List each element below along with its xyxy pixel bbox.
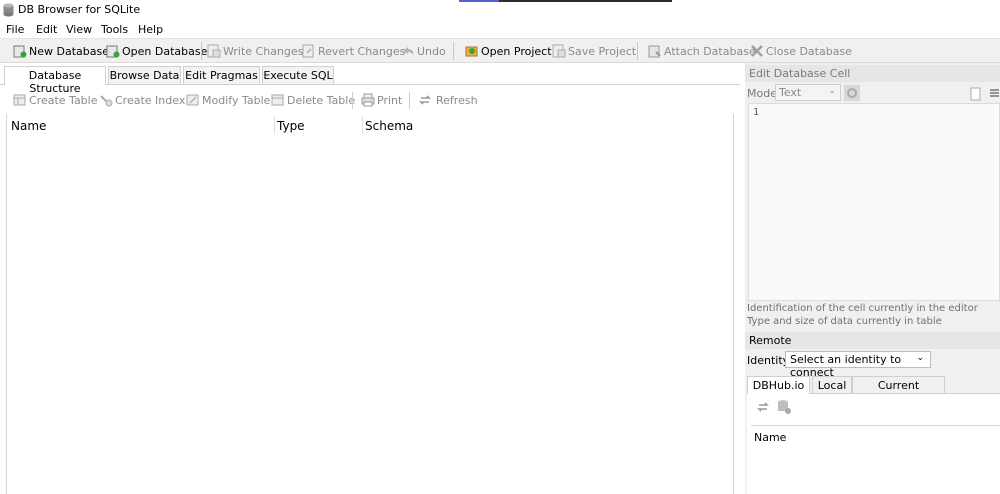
save-project-icon [552, 44, 566, 58]
identity-select[interactable]: Select an identity to connect ⌄ [785, 351, 931, 379]
tab-execute-sql[interactable]: Execute SQL [262, 66, 334, 84]
create-index-icon [100, 95, 113, 107]
undo-label: Undo [417, 44, 446, 58]
document-icon[interactable] [970, 87, 982, 101]
column-header-type[interactable]: Type [277, 119, 305, 133]
chevron-down-icon: ⌄ [828, 86, 836, 96]
toolbar-separator [637, 42, 638, 60]
undo-icon [403, 47, 414, 55]
new-database-icon [13, 45, 27, 58]
chevron-down-icon: ⌄ [916, 353, 924, 363]
open-database-label: Open Database [122, 44, 208, 58]
right-dock: Edit Database Cell Mode: Text ⌄ 1 Identi… [745, 63, 1000, 494]
tab-dbhub[interactable]: DBHub.io [747, 376, 810, 394]
menu-help[interactable]: Help [138, 23, 163, 36]
identity-label: Identity [747, 354, 790, 367]
modify-table-label: Modify Table [202, 93, 271, 107]
attach-database-button[interactable]: Attach Database [648, 42, 756, 60]
revert-changes-icon [302, 44, 314, 58]
menu-file[interactable]: File [6, 23, 24, 36]
print-button[interactable]: Print [361, 91, 402, 109]
refresh-icon [419, 95, 431, 105]
list-header-divider [751, 425, 1000, 426]
open-project-button[interactable]: Open Project [465, 42, 552, 60]
open-project-label: Open Project [481, 44, 552, 58]
write-changes-label: Write Changes [223, 44, 304, 58]
close-icon [751, 45, 763, 57]
create-index-label: Create Index [115, 93, 186, 107]
column-separator [362, 116, 363, 134]
menu-edit[interactable]: Edit [36, 23, 57, 36]
modify-table-button[interactable]: Modify Table [186, 91, 270, 109]
toolbar-separator [201, 42, 202, 60]
create-table-icon [13, 94, 26, 106]
mode-select[interactable]: Text ⌄ [775, 84, 841, 101]
tab-local[interactable]: Local [812, 376, 852, 393]
new-database-button[interactable]: New Database [13, 42, 109, 60]
tab-edit-pragmas[interactable]: Edit Pragmas [183, 66, 260, 84]
title-accent-bar [459, 0, 672, 2]
tab-current-database[interactable]: Current Database [852, 376, 945, 405]
printer-icon [361, 93, 375, 107]
remote-dock-title: Remote [745, 332, 1000, 349]
save-project-button[interactable]: Save Project [552, 42, 636, 60]
column-header-name[interactable]: Name [11, 119, 46, 133]
revert-changes-label: Revert Changes [318, 44, 406, 58]
write-changes-button[interactable]: Write Changes [207, 42, 303, 60]
gear-icon[interactable] [844, 85, 860, 101]
open-database-icon [106, 45, 120, 58]
column-separator [274, 116, 275, 134]
cell-type-size-info: Type and size of data currently in table [747, 316, 942, 327]
tab-database-structure[interactable]: Database Structure [4, 66, 106, 95]
toolbar-separator [453, 42, 454, 60]
line-number: 1 [753, 107, 760, 118]
close-database-button[interactable]: Close Database [750, 42, 852, 60]
create-table-label: Create Table [29, 93, 98, 107]
print-label: Print [377, 93, 403, 107]
open-database-button[interactable]: Open Database ▾ [106, 42, 213, 60]
dbhub-tab-panel: Name [747, 393, 1000, 494]
column-header-name[interactable]: Name [754, 431, 786, 444]
delete-table-button[interactable]: Delete Table [271, 91, 355, 109]
revert-changes-button[interactable]: Revert Changes [302, 42, 405, 60]
save-project-label: Save Project [568, 44, 637, 58]
menu-bar: File Edit View Tools Help [0, 20, 1000, 38]
cell-editor-textarea[interactable]: 1 [748, 103, 1000, 301]
delete-table-label: Delete Table [287, 93, 356, 107]
window-title: DB Browser for SQLite [18, 3, 141, 16]
title-bar: DB Browser for SQLite [0, 0, 1000, 20]
cell-identification-info: Identification of the cell currently in … [747, 303, 978, 314]
menu-view[interactable]: View [66, 23, 92, 36]
toolbar-separator [352, 92, 353, 109]
refresh-label: Refresh [436, 93, 478, 107]
toolbar-separator [409, 92, 410, 109]
database-app-icon [3, 3, 14, 17]
close-database-label: Close Database [766, 44, 852, 58]
attach-database-icon [648, 45, 661, 58]
tab-browse-data[interactable]: Browse Data [108, 66, 181, 84]
modify-table-icon [186, 94, 199, 106]
create-index-button[interactable]: Create Index [99, 91, 185, 109]
menu-tools[interactable]: Tools [101, 23, 128, 36]
undo-button[interactable]: Undo [401, 42, 446, 60]
write-changes-icon [207, 44, 221, 58]
column-header-schema[interactable]: Schema [365, 119, 413, 133]
open-project-icon [465, 46, 478, 57]
schema-tree-view[interactable]: Name Type Schema [6, 114, 734, 494]
refresh-icon[interactable] [756, 400, 770, 414]
delete-table-icon [271, 94, 284, 106]
database-clone-icon[interactable] [777, 399, 792, 415]
attach-database-label: Attach Database [664, 44, 756, 58]
main-toolbar: New Database Open Database ▾ Write Chang… [0, 38, 1000, 63]
edit-cell-dock-title: Edit Database Cell [745, 65, 1000, 82]
mode-select-value: Text [779, 86, 802, 99]
refresh-button[interactable]: Refresh [418, 91, 478, 109]
list-icon[interactable] [989, 87, 1000, 101]
new-database-label: New Database [29, 44, 109, 58]
